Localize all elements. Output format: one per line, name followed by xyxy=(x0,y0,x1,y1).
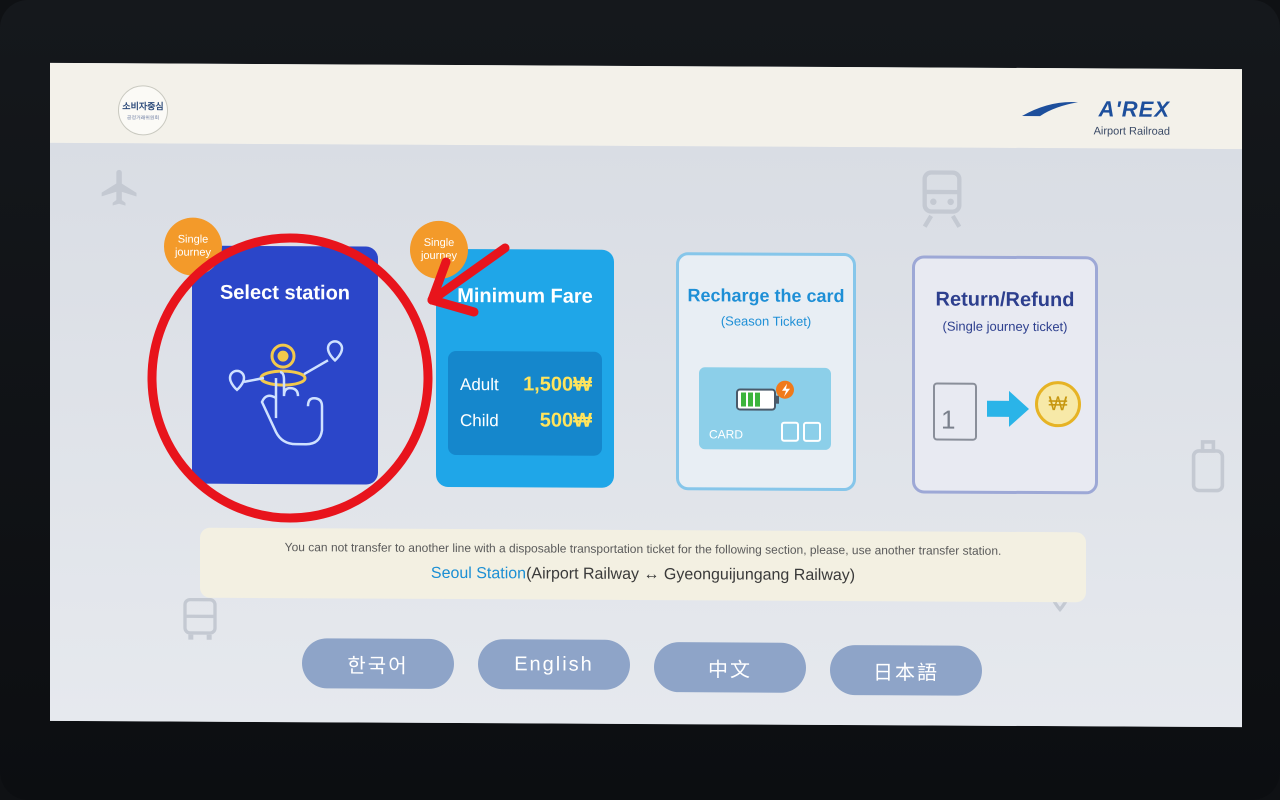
arex-swoosh-icon xyxy=(1022,102,1078,117)
bus-small-icon xyxy=(803,421,821,442)
lang-korean-button[interactable]: 한국어 xyxy=(302,638,454,689)
recharge-subtitle: (Season Ticket) xyxy=(720,313,812,329)
coin-symbol: ₩ xyxy=(1048,393,1068,416)
child-label: Child xyxy=(460,411,499,431)
seal-text-top: 소비자중심 xyxy=(122,101,164,112)
refund-subtitle: (Single journey ticket) xyxy=(942,318,1068,335)
train-icon xyxy=(922,170,962,228)
single-journey-badge-1: Single journey xyxy=(164,217,222,276)
recharge-title: Recharge the card xyxy=(687,285,845,307)
notice-line1: You can not transfer to another line wit… xyxy=(284,540,1002,558)
badge-line1: Single xyxy=(177,233,209,246)
train-small-icon xyxy=(781,421,799,442)
top-bar: 소비자중심 공정거래위원회 A'REX Airport Railroad xyxy=(50,62,1242,150)
minimum-fare-card[interactable]: Minimum Fare Adult 1,500₩ Child 500₩ xyxy=(436,248,614,488)
notice-line2: Seoul Station(Airport Railway ↔ Gyeongui… xyxy=(200,564,1086,587)
lang-japanese-button[interactable]: 日本語 xyxy=(830,644,982,696)
notice-highlight: Seoul Station xyxy=(430,564,527,583)
main-area: Select station Single journey Minimum Fa… xyxy=(50,142,1242,728)
child-fare-value: 500₩ xyxy=(539,409,592,432)
refund-card[interactable]: Return/Refund (Single journey ticket) 1 … xyxy=(912,255,1098,495)
luggage-icon xyxy=(1191,440,1225,493)
badge-line2: journey xyxy=(174,246,212,259)
bus-icon xyxy=(183,597,217,640)
adult-fare-value: 1,500₩ xyxy=(523,373,592,396)
minimum-fare-title: Minimum Fare xyxy=(457,285,593,308)
coin-icon: ₩ xyxy=(1035,381,1081,428)
transfer-notice: You can not transfer to another line wit… xyxy=(200,527,1086,603)
ticket-icon: 1 xyxy=(933,382,977,441)
consumer-seal-logo: 소비자중심 공정거래위원회 xyxy=(118,85,168,136)
badge-line1: Single xyxy=(423,236,455,249)
notice-line2-rest: (Airport Railway ↔ Gyeonguijungang Railw… xyxy=(526,565,856,585)
lang-chinese-button[interactable]: 中文 xyxy=(654,642,806,693)
recharge-card[interactable]: Recharge the card (Season Ticket) CARD xyxy=(676,252,856,492)
battery-card-icon: CARD xyxy=(699,367,831,450)
airplane-icon xyxy=(101,169,137,206)
refund-title: Return/Refund xyxy=(935,288,1075,312)
select-station-title: Select station xyxy=(219,281,351,305)
brand-subtitle: Airport Railroad xyxy=(1093,125,1170,138)
battery-icon xyxy=(736,380,794,411)
arex-logo: A'REX Airport Railroad xyxy=(1020,96,1170,147)
badge-line2: journey xyxy=(420,249,458,263)
single-journey-badge-2: Single journey xyxy=(410,220,468,280)
select-station-card[interactable]: Select station xyxy=(192,245,378,485)
seal-text-bottom: 공정거래위원회 xyxy=(126,115,160,122)
arrow-right-icon xyxy=(987,390,1029,427)
fare-box: Adult 1,500₩ Child 500₩ xyxy=(448,350,602,456)
card-label: CARD xyxy=(709,427,744,442)
lang-english-button[interactable]: English xyxy=(478,639,630,690)
kiosk-screen: 소비자중심 공정거래위원회 A'REX Airport Railroad Sel… xyxy=(50,62,1242,728)
ticket-to-coin-icon: 1 ₩ xyxy=(929,376,1085,451)
ticket-number: 1 xyxy=(941,404,956,435)
brand-name: A'REX xyxy=(1098,96,1170,122)
adult-label: Adult xyxy=(460,375,499,395)
tap-hand-icon xyxy=(228,340,344,446)
